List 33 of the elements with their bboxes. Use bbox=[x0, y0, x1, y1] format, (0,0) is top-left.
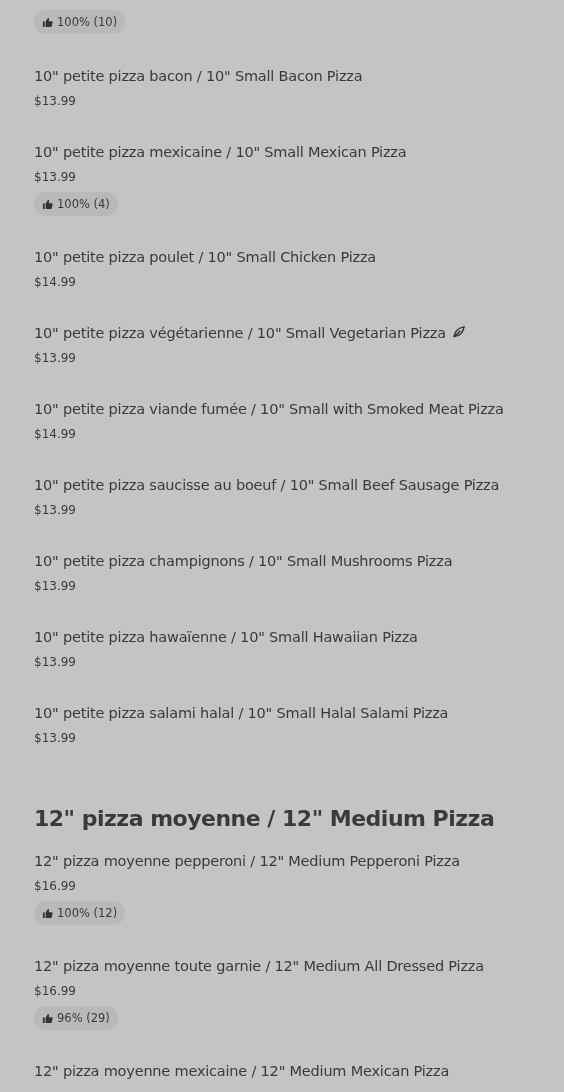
menu-item-name[interactable]: 10" petite pizza végétarienne / 10" Small Vegetarian Pizza bbox=[34, 323, 530, 343]
menu-item-name[interactable]: 12" pizza moyenne mexicaine / 12" Medium Mexican Pizza bbox=[34, 1061, 530, 1081]
thumbs-up-icon bbox=[42, 198, 53, 210]
leaf-icon bbox=[451, 326, 465, 339]
menu-item-name[interactable]: 10" petite pizza mexicaine / 10" Small Mexican Pizza bbox=[34, 142, 530, 162]
menu-item-price: $16.99 bbox=[34, 878, 77, 895]
thumbs-up-icon bbox=[42, 907, 53, 919]
rating-badge: 100% (10) bbox=[34, 10, 126, 34]
menu-item-price: $14.99 bbox=[34, 426, 77, 443]
menu-item-price: $13.99 bbox=[34, 578, 77, 595]
section-heading: 12" pizza moyenne / 12" Medium Pizza bbox=[34, 805, 496, 833]
menu-item-price: $13.99 bbox=[34, 93, 77, 110]
thumbs-up-icon bbox=[42, 1012, 53, 1024]
rating-badge: 96% (29) bbox=[34, 1006, 118, 1030]
menu-item-name[interactable]: 10" petite pizza salami halal / 10" Small Halal Salami Pizza bbox=[34, 703, 530, 723]
rating-badge: 100% (4) bbox=[34, 192, 118, 216]
menu-item-price: $13.99 bbox=[34, 169, 77, 186]
menu-item-price: $16.99 bbox=[34, 983, 77, 1000]
menu-item-price: $14.99 bbox=[34, 274, 77, 291]
menu-item-name[interactable]: 10" petite pizza saucisse au boeuf / 10" Small Beef Sausage Pizza bbox=[34, 475, 530, 495]
menu-item-name[interactable]: 12" pizza moyenne toute garnie / 12" Medium All Dressed Pizza bbox=[34, 956, 530, 976]
rating-badge: 100% (12) bbox=[34, 901, 126, 925]
menu-item-name[interactable]: 12" pizza moyenne pepperoni / 12" Medium Pepperoni Pizza bbox=[34, 851, 530, 871]
menu-item-price: $13.99 bbox=[34, 654, 77, 671]
menu-item-name[interactable]: 10" petite pizza poulet / 10" Small Chicken Pizza bbox=[34, 247, 530, 267]
menu-item-price: $13.99 bbox=[34, 350, 77, 367]
menu-item-name[interactable]: 10" petite pizza viande fumée / 10" Small with Smoked Meat Pizza bbox=[34, 399, 530, 419]
menu-item-name[interactable]: 10" petite pizza champignons / 10" Small Mushrooms Pizza bbox=[34, 551, 530, 571]
thumbs-up-icon bbox=[42, 16, 53, 28]
menu-item-price: $13.99 bbox=[34, 730, 77, 747]
menu-item-name[interactable]: 10" petite pizza hawaïenne / 10" Small Hawaiian Pizza bbox=[34, 627, 530, 647]
menu-item-name[interactable]: 10" petite pizza bacon / 10" Small Bacon Pizza bbox=[34, 66, 530, 86]
menu-item-price: $13.99 bbox=[34, 502, 77, 519]
